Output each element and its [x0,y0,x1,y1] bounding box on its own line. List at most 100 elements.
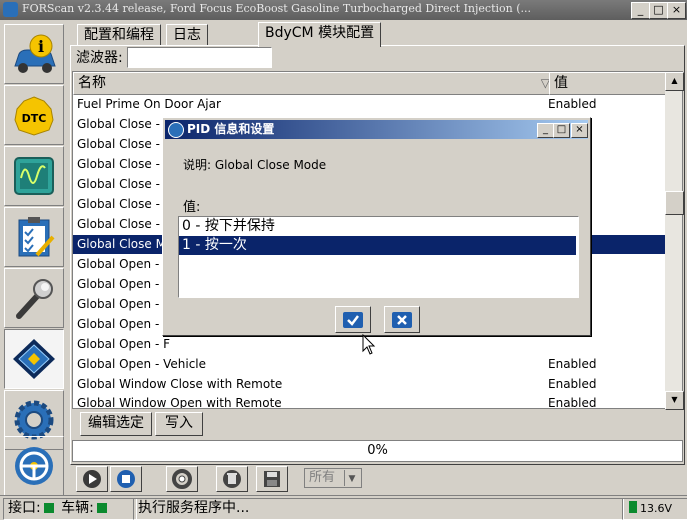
lifebuoy-icon [172,469,192,489]
left-toolbar: i DTC [0,20,66,496]
dialog-title: PID 信息和设置 [187,122,275,136]
row-name: Global Close M [77,237,166,251]
column-header-name[interactable]: 名称 ▽ [73,72,555,95]
edit-selected-button[interactable]: 编辑选定 [80,412,152,436]
row-name: Global Close - I [77,197,168,211]
vehicle-label: 车辆: [61,500,94,516]
dialog-maximize-button[interactable]: □ [553,123,570,138]
oscilloscope-button[interactable] [4,146,64,206]
row-name: Global Open - I [77,257,167,271]
scroll-thumb[interactable] [665,191,684,215]
window-title: FORScan v2.3.44 release, Ford Focus EcoB… [22,2,532,15]
row-name: Global Close - V [77,217,172,231]
service-checklist-button[interactable] [4,207,64,267]
title-bar: FORScan v2.3.44 release, Ford Focus EcoB… [0,0,687,20]
steering-button[interactable] [4,436,64,496]
table-row[interactable]: Global Window Close with Remote Enabled [73,375,667,394]
row-value: Enabled [548,377,597,391]
filter-input[interactable] [127,47,272,68]
help-button[interactable] [166,466,198,492]
ok-button[interactable] [335,306,371,333]
dtc-button[interactable]: DTC [4,85,64,145]
tab-config-programming[interactable]: 配置和编程 [77,24,161,46]
voltage-readout: 13.6V [622,498,687,520]
stop-button[interactable] [110,466,142,492]
oscilloscope-icon [14,157,54,195]
combo-value: 所有 [309,470,336,485]
filter-label: 滤波器: [76,50,123,66]
row-name: Global Close - S [77,117,172,131]
trash-icon [223,470,241,488]
table-row[interactable]: Global Window Open with Remote Enabled [73,394,667,409]
svg-text:DTC: DTC [22,112,47,125]
info-car-icon: i [14,34,56,73]
value-option[interactable]: 0 - 按下并保持 [179,217,576,236]
row-name: Global Open - F [77,277,171,291]
table-row[interactable]: Fuel Prime On Door Ajar Enabled [73,95,667,114]
status-bar: 接口: 车辆: 执行服务程序中... 13.6V [0,495,687,520]
dialog-minimize-button[interactable]: _ [537,123,554,138]
run-button[interactable] [76,466,108,492]
row-name: Global Close - I [77,157,168,171]
checklist-icon [18,217,55,257]
row-value: Enabled [548,396,597,409]
row-value: Enabled [548,357,597,371]
close-button[interactable]: × [667,2,686,19]
column-name-label: 名称 [78,75,106,91]
forscan-app-icon [3,2,18,17]
port-label: 接口: [8,500,41,516]
battery-icon [629,501,637,513]
row-value: Enabled [548,97,597,111]
play-icon [83,470,101,488]
row-name: Global Window Close with Remote [77,377,283,391]
row-name: Global Window Open with Remote [77,396,282,409]
status-message: 执行服务程序中... [133,498,624,520]
save-button[interactable] [256,466,288,492]
row-name: Global Close - I [77,177,168,191]
dialog-close-button[interactable]: × [571,123,588,138]
wrench-icon [16,279,53,319]
dialog-description: 说明: Global Close Mode [183,158,327,172]
table-row[interactable]: Global Open - Vehicle Enabled [73,355,667,374]
value-label: 值: [183,200,201,215]
value-option-selected[interactable]: 1 - 按一次 [179,236,576,255]
mouse-cursor-icon [362,334,376,355]
stop-icon [117,470,135,488]
clear-button[interactable] [216,466,248,492]
row-name: Global Open - F [77,337,171,351]
voltage-value: 13.6V [640,502,673,515]
scroll-down-icon[interactable]: ▼ [665,391,684,410]
cancel-button[interactable] [384,306,420,333]
write-button[interactable]: 写入 [155,412,203,436]
row-name: Global Close - I [77,137,168,151]
vehicle-status-indicator [96,503,107,513]
tools-button[interactable] [4,268,64,328]
scroll-up-icon[interactable]: ▲ [665,72,684,91]
progress-bar: 0% [72,440,683,462]
row-name: Fuel Prime On Door Ajar [77,97,221,111]
maximize-button[interactable]: □ [649,2,668,19]
row-name: Global Open - F [77,297,171,311]
forscan-app-icon [168,122,184,138]
vertical-scrollbar[interactable]: ▲ ▼ [665,72,684,410]
vehicle-info-button[interactable]: i [4,24,64,84]
row-name: Global Open - F [77,317,171,331]
pid-settings-dialog: PID 信息和设置 _ □ × 说明: Global Close Mode 值:… [162,117,591,336]
value-options-list: 0 - 按下并保持 1 - 按一次 [178,216,579,298]
svg-text:i: i [38,37,44,56]
dialog-title-bar: PID 信息和设置 _ □ × [165,120,588,139]
port-status-indicator [43,503,54,513]
row-name: Global Open - Vehicle [77,357,207,371]
column-header-value[interactable]: 值 [549,72,673,95]
floppy-disk-icon [264,471,280,487]
checkmark-icon [343,311,363,328]
minimize-button[interactable]: _ [631,2,650,19]
tab-bdycm-config[interactable]: BdyCM 模块配置 [258,22,382,47]
connection-status: 接口: 车辆: [3,498,137,520]
close-x-icon [392,311,412,328]
module-config-button[interactable] [4,329,64,389]
chevron-down-icon[interactable]: ▼ [344,470,359,486]
chip-icon [13,339,55,379]
tab-log[interactable]: 日志 [166,24,208,46]
filter-combo[interactable]: 所有 ▼ [304,468,362,488]
